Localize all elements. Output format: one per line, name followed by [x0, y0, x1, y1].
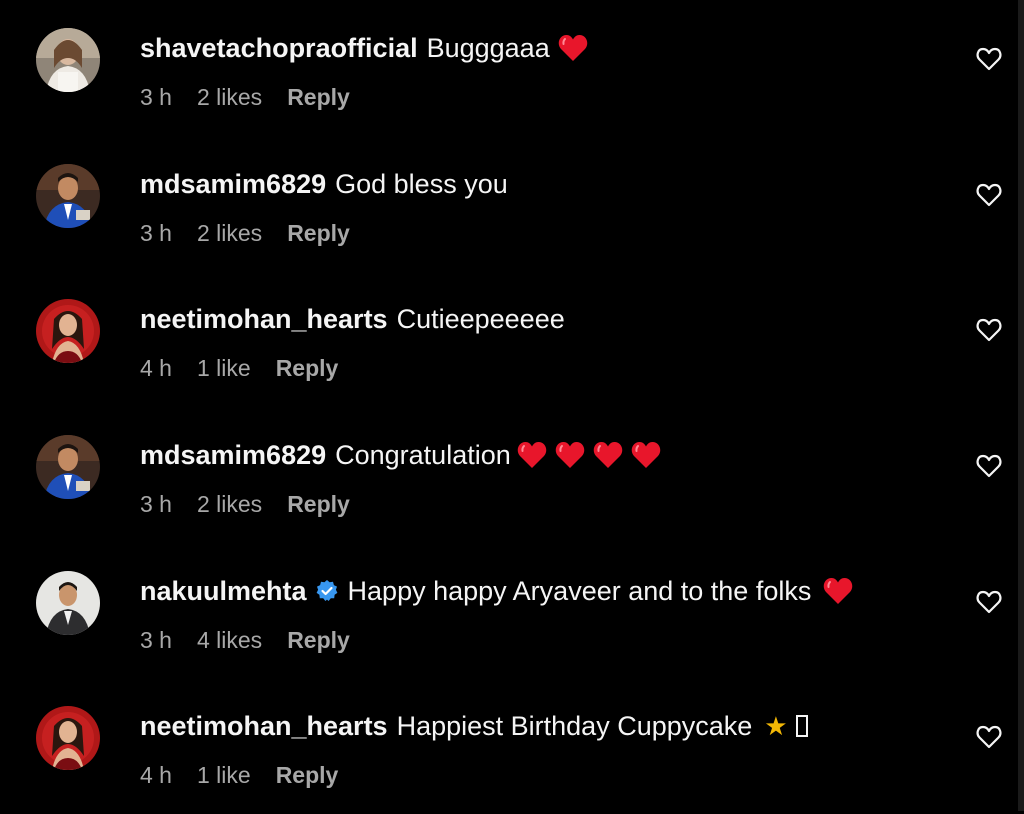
- avatar-nakuulmehta-image: [36, 571, 100, 635]
- red-heart-emoji: [555, 442, 584, 468]
- comment-text: Happy happy Aryaveer and to the folks: [347, 576, 812, 606]
- red-heart-emoji: [824, 578, 853, 604]
- comment-username[interactable]: neetimohan_hearts: [140, 708, 388, 744]
- comment-text: Happiest Birthday Cuppycake: [396, 711, 753, 741]
- verified-badge-icon: [316, 580, 337, 601]
- unsupported-glyph-icon: [795, 715, 808, 737]
- red-heart-emoji: [517, 442, 546, 468]
- reply-button[interactable]: Reply: [287, 627, 350, 654]
- comment-meta: 3 h 2 likes Reply: [140, 491, 350, 518]
- comment-username[interactable]: mdsamim6829: [140, 437, 326, 473]
- red-heart-emoji: [631, 442, 660, 468]
- comment-text: Cutieepeeeee: [396, 304, 565, 334]
- reply-button[interactable]: Reply: [276, 355, 339, 382]
- comment-line: mdsamim6829 God bless you: [140, 166, 508, 202]
- comment-text: Bugggaaa: [426, 33, 550, 63]
- heart-outline-icon[interactable]: [976, 183, 1002, 207]
- comment-line: nakuulmehta Happy happy Aryaveer and to …: [140, 573, 853, 609]
- comment-time: 3 h: [140, 627, 172, 653]
- avatar-mdsamim-image: [36, 164, 100, 228]
- heart-outline-icon[interactable]: [976, 47, 1002, 71]
- reply-button[interactable]: Reply: [287, 220, 350, 247]
- avatar-mdsamim-image: [36, 435, 100, 499]
- comment-item: mdsamim6829 God bless you 3 h 2 likes Re…: [0, 136, 1018, 272]
- reply-button[interactable]: Reply: [287, 491, 350, 518]
- avatar[interactable]: [36, 706, 100, 770]
- comment-meta: 3 h 4 likes Reply: [140, 627, 350, 654]
- avatar-neetimohan-image: [36, 706, 100, 770]
- avatar[interactable]: [36, 164, 100, 228]
- comment-likes[interactable]: 2 likes: [197, 220, 262, 247]
- comment-meta: 3 h 2 likes Reply: [140, 220, 350, 247]
- star-emoji: ★: [764, 711, 788, 741]
- comment-line: mdsamim6829 Congratulation: [140, 437, 661, 473]
- heart-outline-icon[interactable]: [976, 454, 1002, 478]
- comment-text: Congratulation: [335, 440, 511, 470]
- heart-outline-icon[interactable]: [976, 725, 1002, 749]
- comment-meta: 3 h 2 likes Reply: [140, 84, 350, 111]
- comment-username[interactable]: mdsamim6829: [140, 166, 326, 202]
- avatar[interactable]: [36, 299, 100, 363]
- comment-line: neetimohan_hearts Happiest Birthday Cupp…: [140, 708, 808, 744]
- avatar-shavetachopra-image: [36, 28, 100, 92]
- comment-username[interactable]: shavetachopraofficial: [140, 30, 418, 66]
- heart-outline-icon[interactable]: [976, 590, 1002, 614]
- red-heart-emoji: [558, 35, 587, 61]
- comment-likes[interactable]: 1 like: [197, 762, 251, 789]
- comment-likes[interactable]: 4 likes: [197, 627, 262, 654]
- comment-line: neetimohan_hearts Cutieepeeeee: [140, 301, 565, 337]
- comment-likes[interactable]: 1 like: [197, 355, 251, 382]
- comment-item: shavetachopraofficial Bugggaaa 3 h 2 lik…: [0, 0, 1018, 136]
- comment-line: shavetachopraofficial Bugggaaa: [140, 30, 588, 66]
- comment-item: mdsamim6829 Congratulation 3 h 2 likes R…: [0, 407, 1018, 543]
- comment-username[interactable]: nakuulmehta: [140, 573, 307, 609]
- comment-item: nakuulmehta Happy happy Aryaveer and to …: [0, 543, 1018, 679]
- comment-time: 4 h: [140, 355, 172, 381]
- scrollbar-track[interactable]: [1018, 0, 1024, 811]
- red-heart-emoji: [593, 442, 622, 468]
- comment-meta: 4 h 1 like Reply: [140, 355, 338, 382]
- avatar[interactable]: [36, 571, 100, 635]
- comment-likes[interactable]: 2 likes: [197, 84, 262, 111]
- comment-time: 3 h: [140, 84, 172, 110]
- heart-outline-icon[interactable]: [976, 318, 1002, 342]
- comment-likes[interactable]: 2 likes: [197, 491, 262, 518]
- comment-text: God bless you: [335, 169, 508, 199]
- reply-button[interactable]: Reply: [276, 762, 339, 789]
- comment-item: neetimohan_hearts Cutieepeeeee 4 h 1 lik…: [0, 271, 1018, 407]
- comment-meta: 4 h 1 like Reply: [140, 762, 338, 789]
- comment-time: 4 h: [140, 762, 172, 788]
- comment-item: neetimohan_hearts Happiest Birthday Cupp…: [0, 678, 1018, 814]
- avatar-neetimohan-image: [36, 299, 100, 363]
- reply-button[interactable]: Reply: [287, 84, 350, 111]
- avatar[interactable]: [36, 435, 100, 499]
- avatar[interactable]: [36, 28, 100, 92]
- comment-username[interactable]: neetimohan_hearts: [140, 301, 388, 337]
- comment-time: 3 h: [140, 491, 172, 517]
- comment-time: 3 h: [140, 220, 172, 246]
